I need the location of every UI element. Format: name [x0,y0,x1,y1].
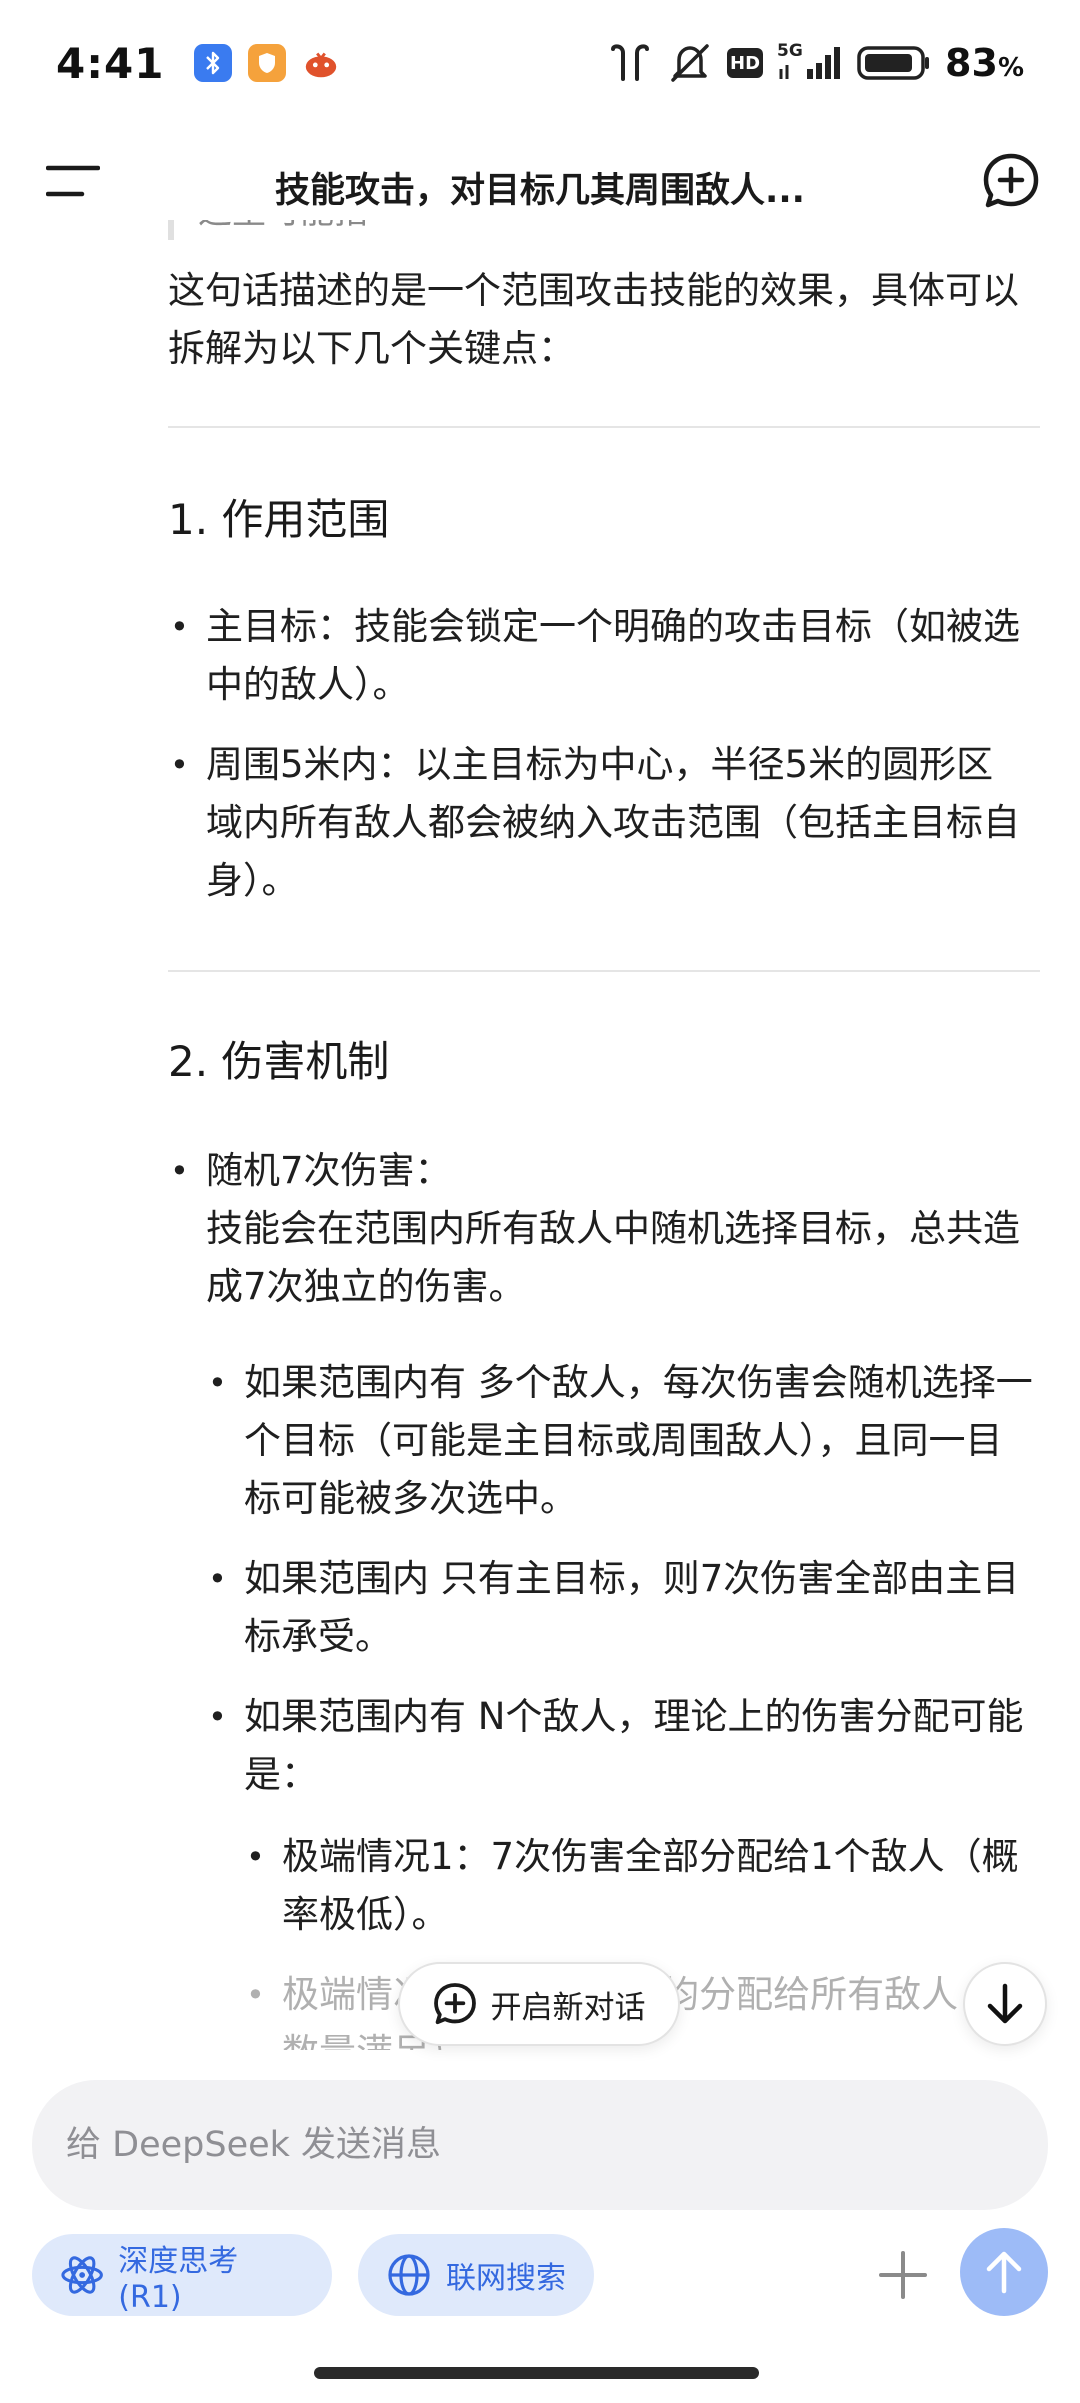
list-item: • 随机7次伤害： 技能会在范围内所有敌人中随机选择目标，总共造成7次独立的伤害… [170,1149,1020,1308]
deep-think-label: 深度思考 (R1) [118,2243,239,2315]
send-button[interactable] [960,2228,1048,2316]
list-item: • 周围5米内：以主目标为中心，半径5米的圆形区域内所有敌人都会被纳入攻击范围（… [170,743,1020,902]
new-chat-button[interactable] [980,150,1042,212]
atom-icon [61,2256,103,2294]
deep-think-toggle[interactable]: 深度思考 (R1) [32,2234,332,2316]
scroll-to-bottom-button[interactable] [963,1962,1047,2046]
hd-badge: HD [727,48,764,78]
list-item: • 极端情况1：7次伤害全部分配给1个敌人（概率极低）。 [246,1835,1019,1936]
menu-button[interactable] [42,150,104,212]
section-divider [168,426,1040,428]
status-time: 4:41 [56,38,165,88]
start-new-chat-button[interactable]: 开启新对话 [398,1962,680,2046]
list-item: • 如果范围内 只有主目标，则7次伤害全部由主目标承受。 [208,1557,1020,1658]
battery-percent: 83% [945,41,1024,85]
game-app-icon [302,44,340,82]
chat-content[interactable]: 这里可能指 这句话描述的是一个范围攻击技能的效果，具体可以拆解为以下几个关键点：… [0,220,1080,2050]
start-new-chat-label: 开启新对话 [490,1989,646,2026]
plus-icon [879,2251,927,2299]
arrow-down-icon [987,1983,1023,2024]
conversation-title: 技能攻击，对目标几其周围敌人... [275,171,805,211]
battery-icon [857,46,930,80]
list-item: • 主目标：技能会锁定一个明确的攻击目标（如被选中的敌人）。 [170,605,1020,706]
status-right: HD 5G 83% [607,41,1024,85]
quote-fragment: 这里可能指 [168,220,668,240]
section-divider [168,970,1040,972]
new-chat-icon [433,1983,476,2025]
signal-icon: 5G [777,41,843,83]
home-indicator[interactable] [314,2367,759,2379]
bluetooth-icon [194,44,233,82]
status-left: 4:41 [56,39,340,88]
arrow-up-icon [986,2251,1022,2294]
web-search-label: 联网搜索 [446,2261,566,2296]
globe-icon [388,2254,430,2296]
intro-paragraph: 这句话描述的是一个范围攻击技能的效果，具体可以拆解为以下几个关键点： [168,269,1019,370]
status-bar: 4:41 HD 5G 83% [0,0,1080,126]
list-item: • 如果范围内有 N个敌人，理论上的伤害分配可能是： [208,1695,1024,1796]
attach-button[interactable] [862,2234,944,2316]
message-input[interactable] [32,2080,1048,2210]
section-heading-2: 2. 伤害机制 [168,1037,390,1086]
bottom-toolbar: 深度思考 (R1) 联网搜索 [0,2228,1080,2320]
web-search-toggle[interactable]: 联网搜索 [358,2234,594,2316]
mute-icon [671,44,709,82]
shield-app-icon [248,44,287,82]
hamburger-menu-icon [46,165,100,197]
section-heading-1: 1. 作用范围 [168,495,390,544]
earbuds-icon [611,44,650,81]
new-chat-icon [983,153,1039,208]
list-item: • 如果范围内有 多个敌人，每次伤害会随机选择一个目标（可能是主目标或周围敌人）… [208,1361,1033,1520]
